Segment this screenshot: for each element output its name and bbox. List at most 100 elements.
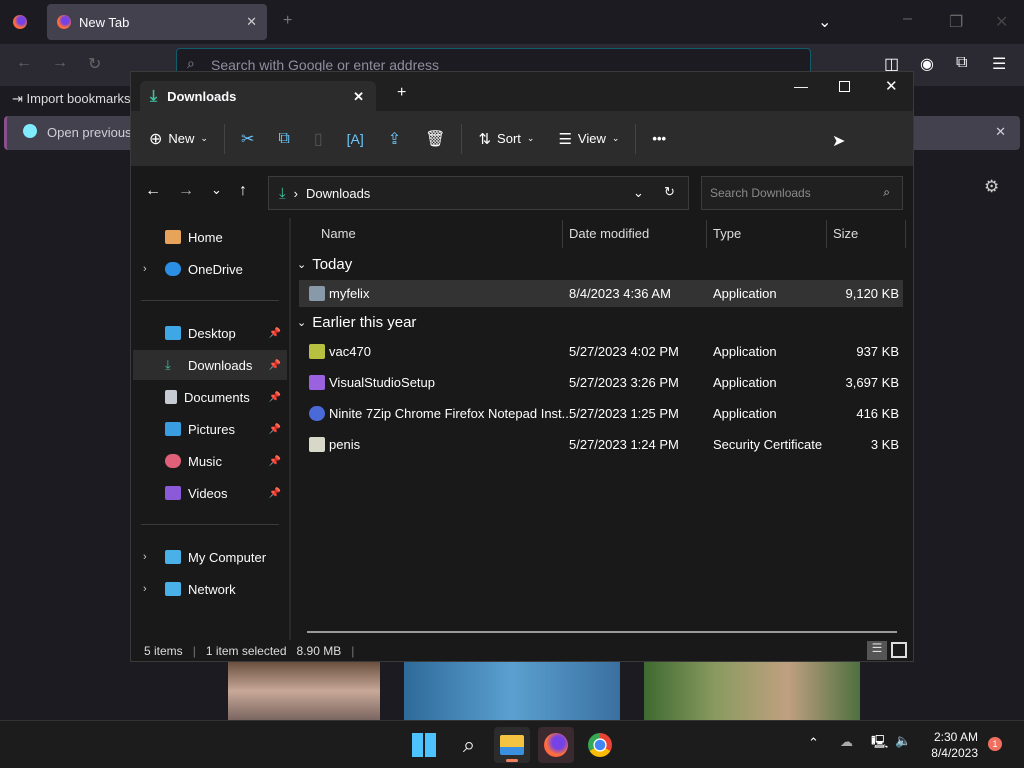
settings-gear-icon[interactable]: ⚙ bbox=[984, 177, 999, 197]
start-icon[interactable] bbox=[406, 727, 442, 763]
column-header-date[interactable]: Date modified bbox=[569, 226, 649, 241]
details-view-icon[interactable]: ☰ bbox=[867, 641, 887, 660]
refresh-icon[interactable]: ↻ bbox=[664, 184, 675, 200]
nav-downloads[interactable]: ⤓ Downloads 📌 bbox=[133, 350, 287, 380]
minimize-icon[interactable]: – bbox=[903, 10, 912, 28]
nav-desktop[interactable]: Desktop 📌 bbox=[133, 318, 287, 348]
address-bar[interactable]: ⤓ › Downloads ⌄ ↻ bbox=[268, 176, 689, 210]
column-header-type[interactable]: Type bbox=[713, 226, 741, 241]
column-header-name[interactable]: Name bbox=[321, 226, 356, 241]
thumbnail-image[interactable] bbox=[644, 662, 860, 720]
delete-icon[interactable]: 🗑 bbox=[413, 121, 457, 157]
clock[interactable]: 2:30 AM 8/4/2023 bbox=[922, 729, 978, 761]
rename-icon[interactable]: [A] bbox=[335, 121, 376, 157]
volume-icon[interactable]: 🔈 bbox=[895, 733, 911, 749]
selection-size: 8.90 MB bbox=[296, 644, 342, 658]
nav-my-computer[interactable]: › My Computer bbox=[133, 542, 287, 572]
share-icon[interactable]: ⇪ bbox=[376, 121, 413, 157]
file-size: 3,697 KB bbox=[845, 375, 900, 390]
notification-badge[interactable]: 1 bbox=[988, 737, 1002, 751]
menu-icon[interactable]: ☰ bbox=[992, 54, 1006, 74]
list-tabs-icon[interactable]: ⌄ bbox=[818, 12, 831, 32]
forward-icon[interactable]: → bbox=[178, 182, 194, 200]
back-icon[interactable]: ← bbox=[145, 182, 161, 200]
close-notification-icon[interactable]: ✕ bbox=[995, 124, 1006, 140]
network-icon bbox=[165, 582, 181, 596]
nav-network[interactable]: › Network bbox=[133, 574, 287, 604]
close-tab-icon[interactable]: ✕ bbox=[353, 89, 364, 105]
nav-label: Pictures bbox=[188, 421, 235, 437]
minimize-icon[interactable]: — bbox=[794, 78, 808, 94]
cut-icon[interactable]: ✂ bbox=[229, 121, 266, 157]
computer-icon bbox=[165, 550, 181, 564]
browser-tab[interactable]: New Tab ✕ bbox=[47, 4, 267, 40]
nav-onedrive[interactable]: › OneDrive bbox=[133, 254, 287, 284]
tiles-view-icon[interactable] bbox=[891, 642, 907, 658]
file-row[interactable]: myfelix 8/4/2023 4:36 AM Application 9,120 … bbox=[299, 280, 903, 307]
desktop-icon bbox=[165, 326, 181, 340]
group-header-today[interactable]: ⌄ Today bbox=[297, 256, 352, 273]
column-divider bbox=[826, 220, 827, 248]
maximize-icon[interactable] bbox=[839, 81, 850, 92]
reload-icon[interactable]: ↻ bbox=[88, 54, 101, 74]
horizontal-scrollbar[interactable] bbox=[307, 631, 897, 633]
nav-music[interactable]: Music 📌 bbox=[133, 446, 287, 476]
search-icon[interactable]: ⌕ bbox=[451, 727, 487, 763]
videos-icon bbox=[165, 486, 181, 500]
file-row[interactable]: VisualStudioSetup 5/27/2023 3:26 PM Applic… bbox=[299, 369, 903, 396]
chevron-right-icon[interactable]: › bbox=[143, 551, 147, 563]
copy-icon[interactable]: ⧉ bbox=[266, 121, 301, 157]
thumbnail-image[interactable] bbox=[228, 662, 380, 720]
view-button[interactable]: ☰ View ⌄ bbox=[546, 121, 631, 157]
taskbar: ⌕ ⌃ ☁ 🖳 🔈 2:30 AM 8/4/2023 1 bbox=[0, 720, 1024, 768]
breadcrumb[interactable]: Downloads bbox=[306, 186, 370, 201]
nav-pictures[interactable]: Pictures 📌 bbox=[133, 414, 287, 444]
close-icon[interactable]: ✕ bbox=[995, 12, 1008, 32]
recent-locations-icon[interactable]: ⌄ bbox=[211, 182, 222, 198]
network-icon[interactable]: 🖳 bbox=[871, 733, 888, 755]
thumbnail-image[interactable] bbox=[404, 662, 620, 720]
account-icon[interactable]: ◉ bbox=[920, 54, 934, 74]
file-type: Security Certificate bbox=[713, 437, 823, 452]
chevron-right-icon[interactable]: › bbox=[143, 583, 147, 595]
file-row[interactable]: penis 5/27/2023 1:24 PM Security Certifica… bbox=[299, 431, 903, 458]
chrome-icon[interactable] bbox=[582, 727, 618, 763]
paste-icon[interactable]: ▯ bbox=[302, 121, 335, 157]
explorer-tab[interactable]: ⤓ Downloads ✕ bbox=[140, 81, 376, 112]
new-tab-icon[interactable]: + bbox=[397, 84, 406, 102]
new-tab-icon[interactable]: + bbox=[283, 12, 292, 30]
file-date: 8/4/2023 4:36 AM bbox=[569, 286, 671, 301]
close-window-icon[interactable]: ✕ bbox=[885, 77, 898, 95]
import-bookmarks-link[interactable]: ⇥ Import bookmarks bbox=[12, 91, 131, 107]
divider bbox=[141, 524, 279, 525]
application-icon bbox=[309, 286, 325, 301]
visual-studio-icon bbox=[309, 375, 325, 390]
new-button[interactable]: ⊕ New ⌄ bbox=[149, 121, 220, 157]
firefox-icon[interactable] bbox=[13, 15, 27, 29]
nav-videos[interactable]: Videos 📌 bbox=[133, 478, 287, 508]
back-icon[interactable]: ← bbox=[16, 54, 32, 72]
sort-button[interactable]: ⇅ Sort ⌄ bbox=[466, 121, 546, 157]
chevron-down-icon[interactable]: ⌄ bbox=[633, 185, 644, 201]
extensions-icon[interactable]: ⧉ bbox=[956, 54, 967, 72]
file-row[interactable]: vac470 5/27/2023 4:02 PM Application 937 KB bbox=[299, 338, 903, 365]
file-name: VisualStudioSetup bbox=[329, 375, 436, 390]
nav-home[interactable]: Home bbox=[133, 222, 287, 252]
chevron-down-icon: ⌄ bbox=[297, 317, 307, 329]
group-header-earlier[interactable]: ⌄ Earlier this year bbox=[297, 314, 416, 331]
chevron-right-icon[interactable]: › bbox=[143, 263, 147, 275]
restore-icon[interactable]: ❐ bbox=[949, 12, 963, 32]
file-type: Application bbox=[713, 375, 777, 390]
firefox-icon[interactable] bbox=[538, 727, 574, 763]
search-input[interactable]: Search Downloads ⌕ bbox=[701, 176, 903, 210]
column-header-size[interactable]: Size bbox=[833, 226, 858, 241]
file-row[interactable]: Ninite 7Zip Chrome Firefox Notepad Inst.… bbox=[299, 400, 903, 427]
nav-documents[interactable]: Documents 📌 bbox=[133, 382, 287, 412]
onedrive-offline-icon[interactable]: ☁ bbox=[840, 734, 853, 750]
more-options-button[interactable]: ••• bbox=[640, 121, 678, 157]
chevron-up-icon[interactable]: ⌃ bbox=[808, 735, 819, 751]
close-tab-icon[interactable]: ✕ bbox=[246, 14, 257, 30]
file-explorer-icon[interactable] bbox=[494, 727, 530, 763]
up-icon[interactable]: ↑ bbox=[239, 182, 247, 200]
forward-icon[interactable]: → bbox=[52, 54, 68, 72]
